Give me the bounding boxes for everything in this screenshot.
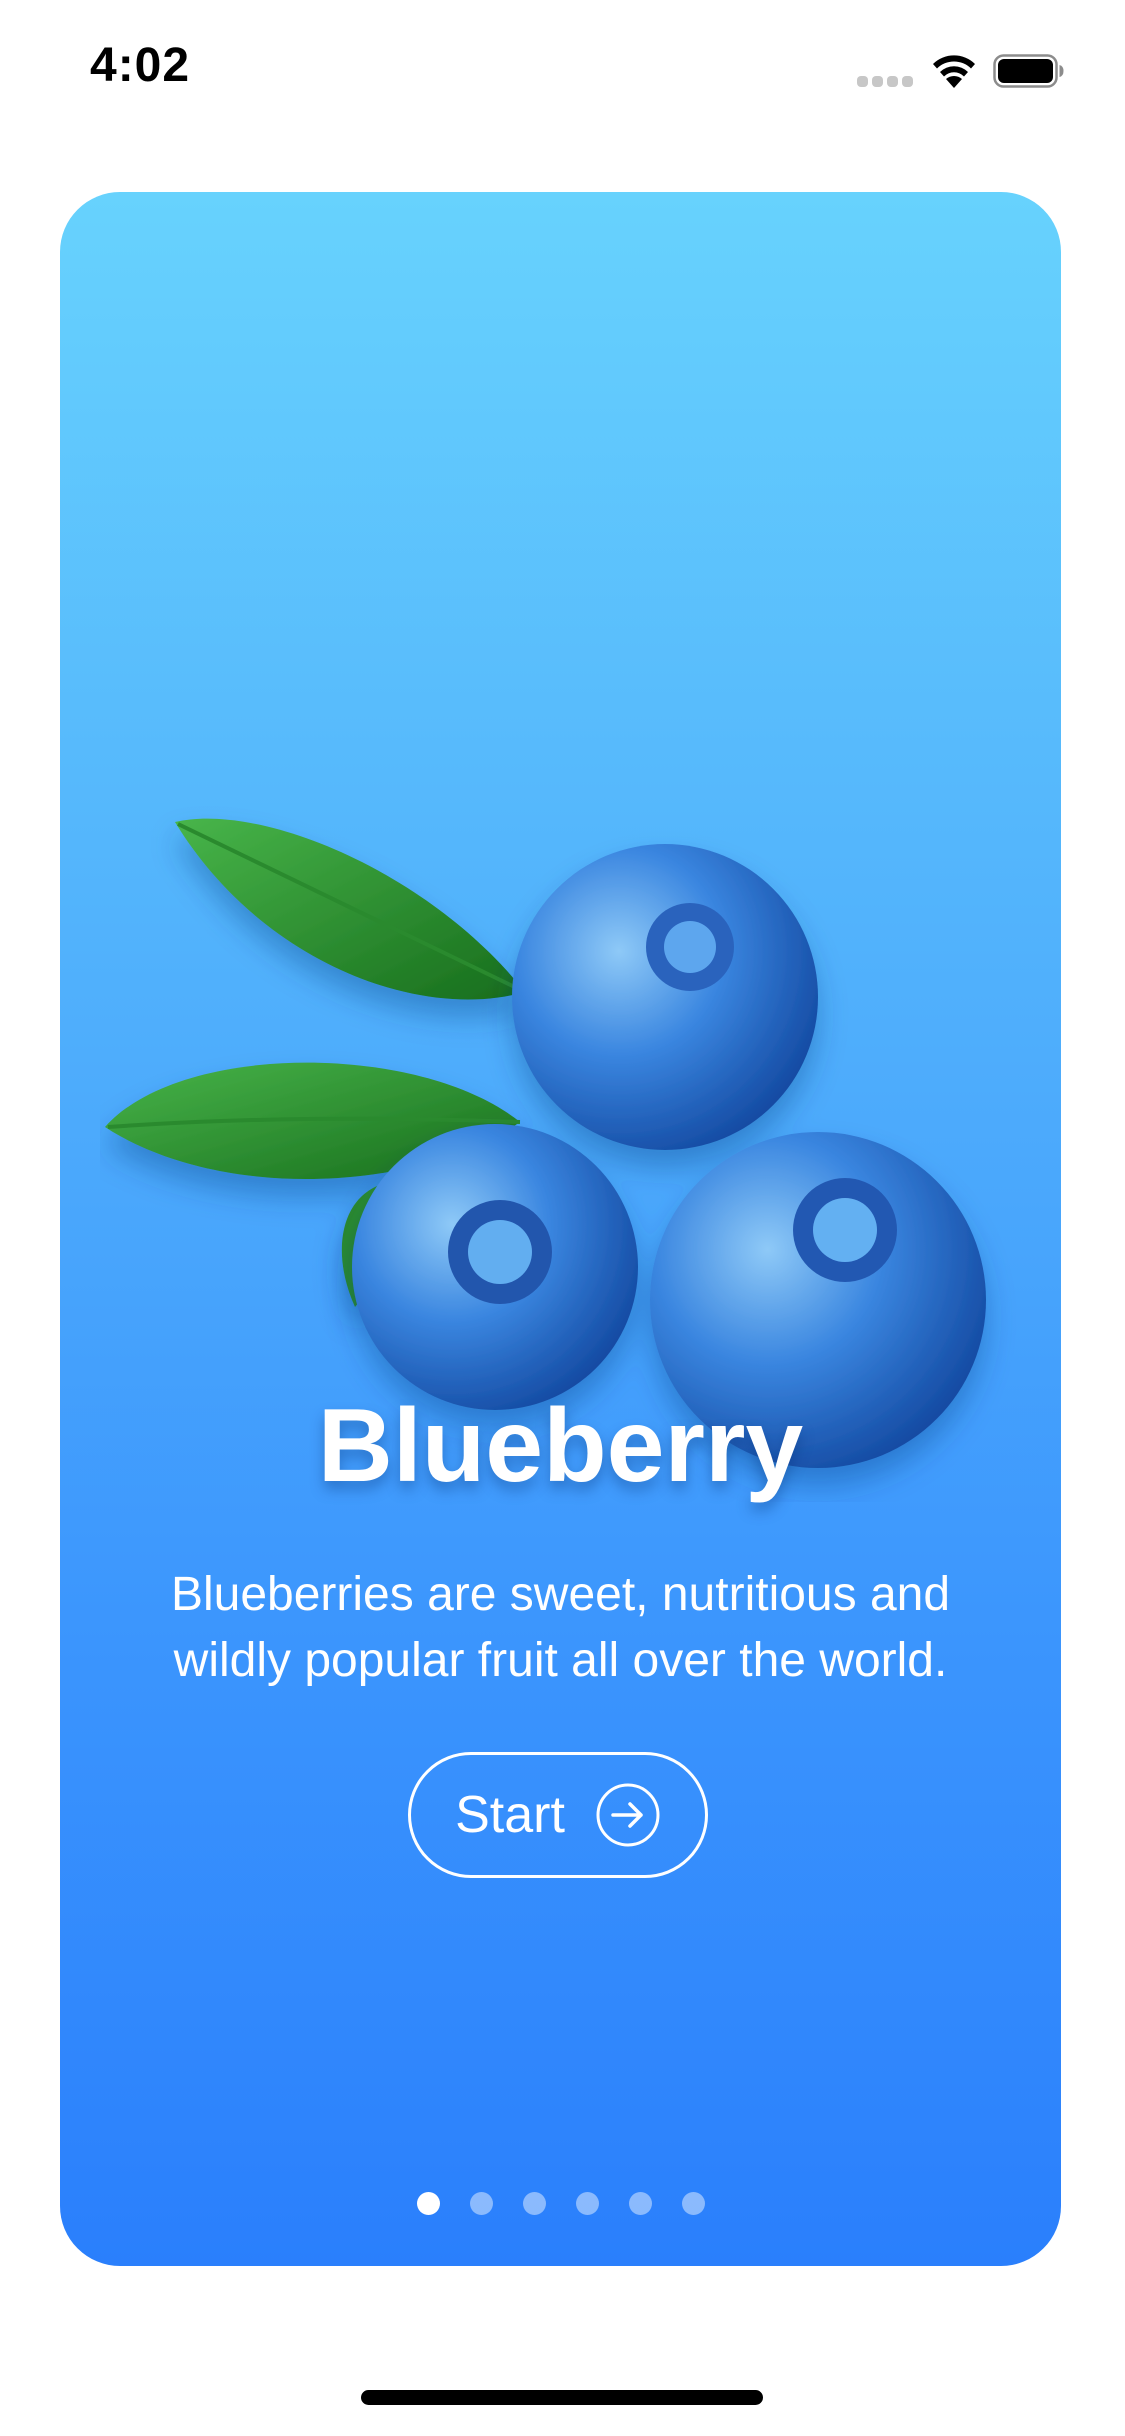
page-dot[interactable] bbox=[416, 2192, 440, 2215]
page-dot[interactable] bbox=[575, 2192, 599, 2215]
status-bar: 4:02 bbox=[0, 0, 1125, 140]
status-icons bbox=[857, 48, 1077, 92]
onboarding-card[interactable]: Blueberry Blueberries are sweet, nutriti… bbox=[60, 192, 1061, 2266]
blueberry-top bbox=[512, 844, 818, 1150]
page-dot[interactable] bbox=[522, 2192, 546, 2215]
signal-icon bbox=[857, 76, 915, 90]
start-label: Start bbox=[455, 1786, 565, 1844]
battery-icon bbox=[993, 54, 1064, 88]
fruit-description: Blueberries are sweet, nutritious and wi… bbox=[170, 1568, 951, 1687]
home-indicator[interactable] bbox=[361, 2390, 763, 2405]
blueberry-left bbox=[352, 1124, 638, 1410]
status-time: 4:02 bbox=[90, 39, 191, 92]
start-button[interactable]: Start bbox=[408, 1752, 708, 1878]
page-indicator bbox=[60, 2192, 1061, 2215]
page-dot[interactable] bbox=[681, 2192, 705, 2215]
page-dot[interactable] bbox=[628, 2192, 652, 2215]
arrow-right-circle-icon bbox=[596, 1783, 660, 1847]
fruit-title: Blueberry bbox=[317, 1388, 804, 1504]
wifi-icon bbox=[933, 55, 975, 88]
blueberry-illustration bbox=[105, 818, 986, 1468]
page-dot[interactable] bbox=[469, 2192, 493, 2215]
